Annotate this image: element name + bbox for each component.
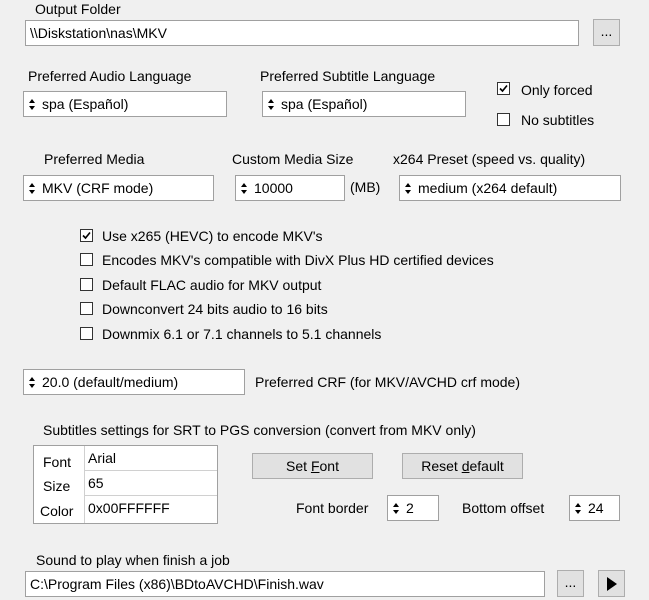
font-row-value[interactable]: Arial [88,449,116,467]
bottom-offset-spinner[interactable] [571,497,584,519]
option-checkbox-downmix[interactable] [80,327,93,340]
reset-default-label-post: efault [469,458,504,474]
crf-label: Preferred CRF (for MKV/AVCHD crf mode) [255,374,521,390]
option-checkbox-x265[interactable] [80,229,93,242]
size-row-value[interactable]: 65 [88,474,104,492]
option-label-downconvert: Downconvert 24 bits audio to 16 bits [102,301,328,317]
set-font-label-post: ont [319,458,339,474]
custom-media-size-label: Custom Media Size [232,151,354,167]
sound-label: Sound to play when finish a job [36,552,230,568]
option-label-x265: Use x265 (HEVC) to encode MKV's [102,228,323,244]
output-folder-browse-button[interactable]: ... [593,19,620,46]
grid-row-divider [84,470,217,471]
font-row-label: Font [43,454,72,470]
set-font-label-pre: Set [286,458,311,474]
option-label-flac: Default FLAC audio for MKV output [102,277,322,293]
preferred-media-spinner[interactable] [25,177,38,199]
audio-language-spinner[interactable] [25,93,38,115]
subtitles-settings-title: Subtitles settings for SRT to PGS conver… [43,422,476,438]
font-border-value: 2 [406,500,414,516]
custom-media-size-spinner[interactable] [237,177,250,199]
play-icon [606,577,617,591]
audio-language-label: Preferred Audio Language [28,68,192,84]
font-border-label: Font border [296,500,369,516]
only-forced-checkbox[interactable] [497,82,510,95]
sound-browse-button[interactable]: ... [557,570,584,597]
set-font-button[interactable]: Set Font [252,453,373,479]
subtitle-language-label: Preferred Subtitle Language [260,68,436,84]
grid-column-divider [84,446,85,523]
reset-default-label-mnemonic: d [461,458,470,474]
no-subtitles-label: No subtitles [521,112,595,128]
bottom-offset-input[interactable]: 24 [569,495,620,521]
sound-path-input[interactable]: C:\Program Files (x86)\BDtoAVCHD\Finish.… [25,571,545,597]
bottom-offset-value: 24 [588,500,604,516]
preferred-media-select[interactable]: MKV (CRF mode) [23,175,214,201]
option-checkbox-downconvert[interactable] [80,302,93,315]
no-subtitles-checkbox[interactable] [497,113,510,126]
option-label-downmix: Downmix 6.1 or 7.1 channels to 5.1 chann… [102,326,382,342]
checkmark-icon [499,84,508,93]
subtitles-settings-grid: Font Arial Size 65 Color 0x00FFFFFF [33,445,218,524]
x264-preset-value: medium (x264 default) [418,180,558,196]
audio-language-value: spa (Español) [42,96,129,112]
option-label-divx: Encodes MKV's compatible with DivX Plus … [102,252,494,268]
x264-preset-select[interactable]: medium (x264 default) [399,175,621,201]
subtitle-language-value: spa (Español) [281,96,368,112]
bottom-offset-label: Bottom offset [462,500,545,516]
audio-language-select[interactable]: spa (Español) [23,91,227,117]
output-folder-input[interactable]: \\Diskstation\nas\MKV [25,20,579,46]
size-row-label: Size [43,478,71,494]
color-row-label: Color [40,503,74,519]
checkmark-icon [82,231,91,240]
option-checkbox-flac[interactable] [80,278,93,291]
preferred-media-label: Preferred Media [44,151,145,167]
set-font-label-mnemonic: F [310,458,320,474]
reset-default-label-pre: Reset [421,458,462,474]
custom-media-size-unit: (MB) [350,179,381,195]
font-border-spinner[interactable] [389,497,402,519]
crf-value: 20.0 (default/medium) [42,374,179,390]
x264-preset-spinner[interactable] [401,177,414,199]
preferred-media-value: MKV (CRF mode) [42,180,154,196]
reset-default-button[interactable]: Reset default [402,453,523,479]
crf-spinner[interactable] [25,371,38,393]
custom-media-size-input[interactable]: 10000 [235,175,345,201]
font-border-input[interactable]: 2 [387,495,439,521]
option-checkbox-divx[interactable] [80,253,93,266]
subtitle-language-spinner[interactable] [264,93,277,115]
only-forced-label: Only forced [521,82,593,98]
color-row-value[interactable]: 0x00FFFFFF [88,499,170,517]
custom-media-size-value: 10000 [254,180,293,196]
crf-select[interactable]: 20.0 (default/medium) [23,369,245,395]
grid-row-divider [84,495,217,496]
x264-preset-label: x264 Preset (speed vs. quality) [393,151,586,167]
output-folder-label: Output Folder [35,1,121,17]
play-sound-button[interactable] [598,570,625,597]
subtitle-language-select[interactable]: spa (Español) [262,91,466,117]
